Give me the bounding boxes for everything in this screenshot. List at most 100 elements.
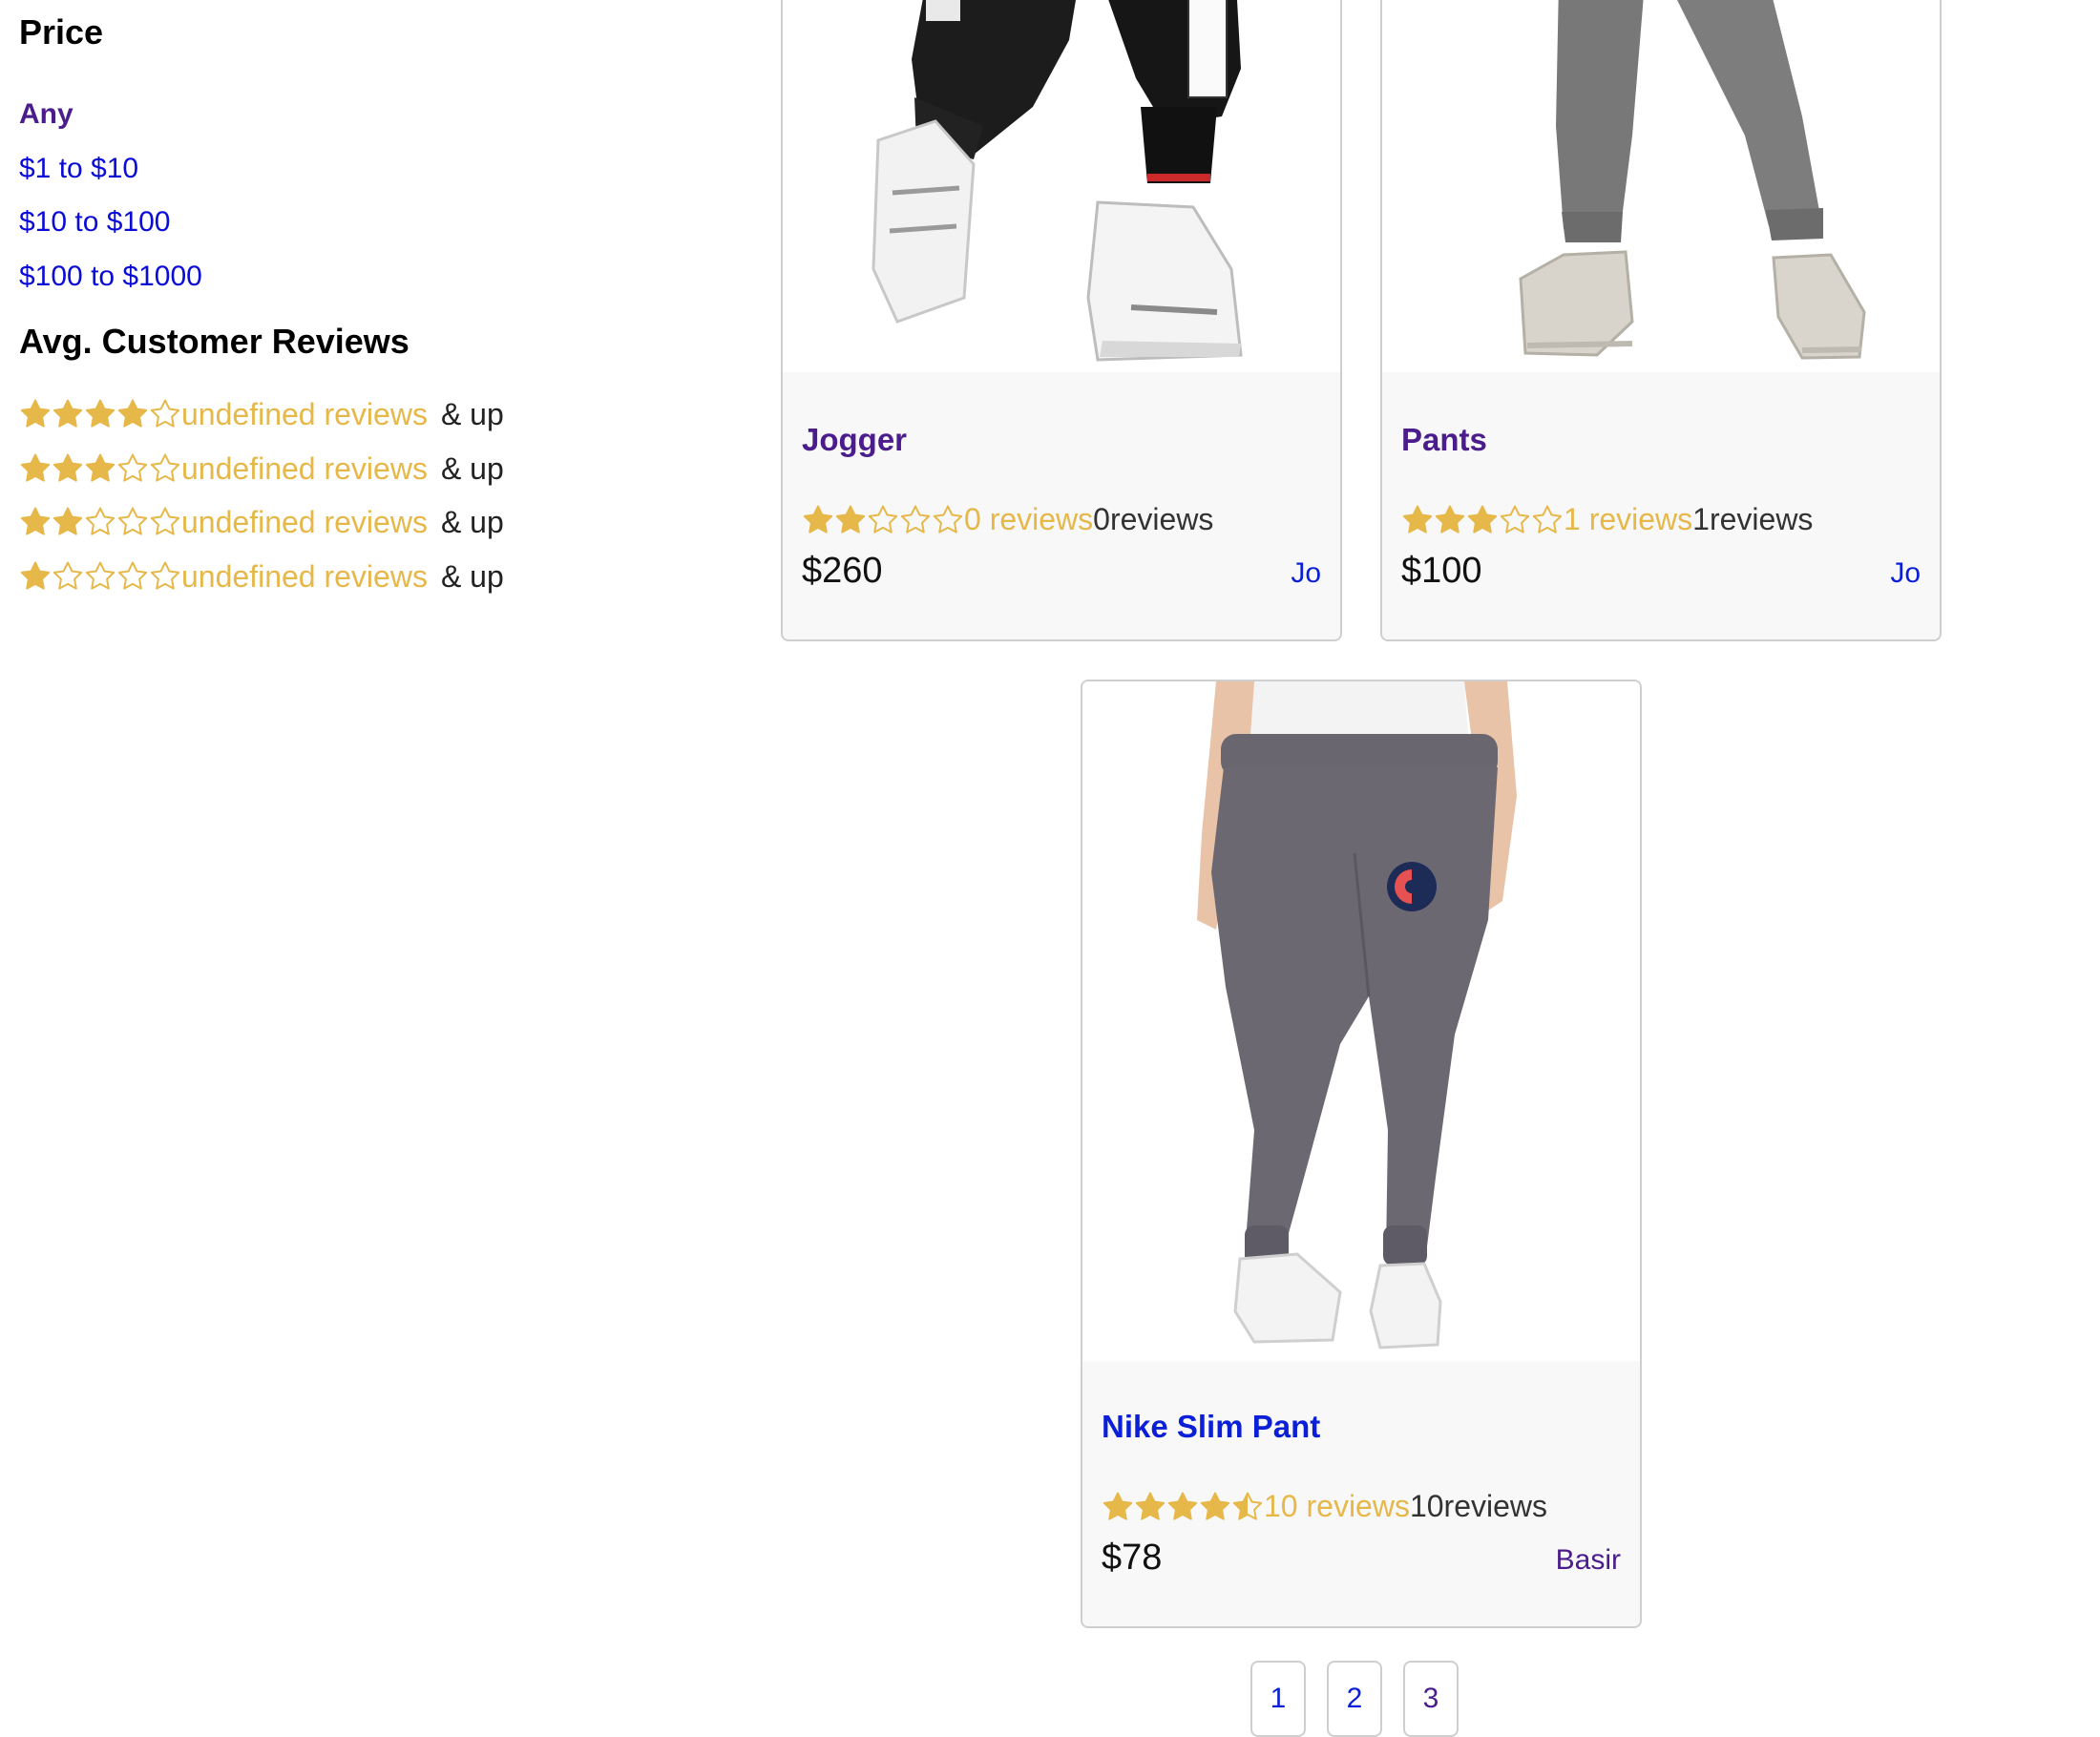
product-price: $260 <box>802 551 883 591</box>
star-empty-icon <box>52 560 84 593</box>
price-option-10-100: $10 to $100 <box>19 196 202 250</box>
price-option-1-10-link[interactable]: $1 to $10 <box>19 153 138 184</box>
page-button-1[interactable]: 1 <box>1250 1661 1306 1737</box>
star-filled-icon <box>1401 504 1434 536</box>
star-filled-icon <box>52 506 84 538</box>
star-filled-icon <box>1134 1491 1166 1523</box>
product-card-body: Nike Slim Pant 10 reviews 10reviews $78 … <box>1102 1409 1621 1579</box>
star-empty-icon <box>149 560 181 593</box>
star-empty-icon <box>84 560 116 593</box>
star-filled-icon <box>19 560 52 593</box>
star-rating <box>1401 504 1564 536</box>
gray-sweatpants-image <box>1082 681 1640 1361</box>
product-price: $100 <box>1401 551 1482 591</box>
product-title-link[interactable]: Jogger <box>802 422 1321 458</box>
product-card: Pants 1 reviews 1reviews $100 Jo <box>1380 0 1942 641</box>
product-rating: 0 reviews 0reviews <box>802 502 1321 537</box>
star-filled-icon <box>52 452 84 485</box>
review-count: 10reviews <box>1409 1489 1548 1523</box>
product-card-body: Pants 1 reviews 1reviews $100 Jo <box>1401 422 1921 592</box>
price-option-1-10: $1 to $10 <box>19 142 202 197</box>
star-empty-icon <box>116 452 149 485</box>
review-count: 1reviews <box>1692 502 1814 536</box>
product-reviews-link[interactable]: 10 reviews <box>1264 1489 1410 1524</box>
price-option-any-link[interactable]: Any <box>19 98 74 130</box>
seller-link[interactable]: Jo <box>1291 557 1321 590</box>
product-title-link[interactable]: Pants <box>1401 422 1921 458</box>
review-filter-link[interactable]: undefined reviews <box>181 387 428 442</box>
product-image-link[interactable] <box>1082 681 1640 1361</box>
star-rating <box>1102 1491 1264 1523</box>
page-button-3[interactable]: 3 <box>1403 1661 1459 1737</box>
price-option-100-1000-link[interactable]: $100 to $1000 <box>19 261 202 292</box>
product-reviews-link[interactable]: 1 reviews <box>1564 502 1692 537</box>
star-empty-icon <box>149 506 181 538</box>
star-empty-icon <box>116 560 149 593</box>
product-card-footer: $260 Jo <box>802 551 1321 592</box>
review-filter-2[interactable]: undefined reviews & up <box>19 495 504 550</box>
price-filter-list: Any $1 to $10 $10 to $100 $100 to $1000 <box>19 88 202 303</box>
product-image-link[interactable] <box>1382 0 1940 372</box>
price-filter-heading: Price <box>19 12 104 52</box>
and-up-label: & up <box>440 397 504 431</box>
star-rating <box>19 560 181 593</box>
star-empty-icon <box>84 506 116 538</box>
product-reviews-link[interactable]: 0 reviews <box>964 502 1093 537</box>
review-filter-link[interactable]: undefined reviews <box>181 550 428 604</box>
product-title-link[interactable]: Nike Slim Pant <box>1102 1409 1621 1445</box>
star-filled-icon <box>116 398 149 430</box>
star-empty-icon <box>116 506 149 538</box>
star-filled-icon <box>1466 504 1499 536</box>
star-filled-icon <box>1166 1491 1199 1523</box>
star-filled-icon <box>1199 1491 1231 1523</box>
review-filter-link[interactable]: undefined reviews <box>181 442 428 496</box>
reviews-filter-list: undefined reviews & up undefined reviews… <box>19 387 504 603</box>
product-card: Nike Slim Pant 10 reviews 10reviews $78 … <box>1081 680 1642 1628</box>
star-rating <box>19 398 181 430</box>
product-card-footer: $100 Jo <box>1401 551 1921 592</box>
product-card-body: Jogger 0 reviews 0reviews $260 Jo <box>802 422 1321 592</box>
review-filter-link[interactable]: undefined reviews <box>181 495 428 550</box>
and-up-label: & up <box>440 505 504 539</box>
product-card: Jogger 0 reviews 0reviews $260 Jo <box>781 0 1342 641</box>
price-option-any: Any <box>19 88 202 142</box>
star-empty-icon <box>149 398 181 430</box>
star-filled-icon <box>19 398 52 430</box>
star-filled-icon <box>19 506 52 538</box>
seller-link[interactable]: Basir <box>1556 1544 1621 1577</box>
star-filled-icon <box>1434 504 1466 536</box>
star-filled-icon <box>1102 1491 1134 1523</box>
black-jogger-pants-image <box>783 0 1340 372</box>
product-price: $78 <box>1102 1538 1163 1578</box>
seller-link[interactable]: Jo <box>1890 557 1921 590</box>
review-filter-4[interactable]: undefined reviews & up <box>19 387 504 442</box>
product-rating: 10 reviews 10reviews <box>1102 1489 1621 1524</box>
star-rating <box>802 504 964 536</box>
star-empty-icon <box>867 504 899 536</box>
price-option-100-1000: $100 to $1000 <box>19 250 202 304</box>
star-filled-icon <box>52 398 84 430</box>
review-count: 0reviews <box>1093 502 1214 536</box>
star-rating <box>19 506 181 538</box>
product-image-link[interactable] <box>783 0 1340 372</box>
price-option-10-100-link[interactable]: $10 to $100 <box>19 206 170 238</box>
pagination: 1 2 3 <box>1250 1661 1459 1737</box>
star-empty-icon <box>1531 504 1564 536</box>
star-empty-icon <box>1499 504 1531 536</box>
star-empty-icon <box>899 504 932 536</box>
star-filled-icon <box>84 398 116 430</box>
star-rating <box>19 452 181 485</box>
page-button-2[interactable]: 2 <box>1327 1661 1382 1737</box>
review-filter-3[interactable]: undefined reviews & up <box>19 442 504 496</box>
and-up-label: & up <box>440 558 504 594</box>
and-up-label: & up <box>440 450 504 486</box>
star-filled-icon <box>19 452 52 485</box>
product-rating: 1 reviews 1reviews <box>1401 502 1921 537</box>
star-filled-icon <box>802 504 834 536</box>
star-empty-icon <box>932 504 964 536</box>
product-card-footer: $78 Basir <box>1102 1538 1621 1579</box>
reviews-filter-heading: Avg. Customer Reviews <box>19 322 410 361</box>
star-half-icon <box>1231 1491 1264 1523</box>
review-filter-1[interactable]: undefined reviews & up <box>19 550 504 604</box>
star-filled-icon <box>834 504 867 536</box>
